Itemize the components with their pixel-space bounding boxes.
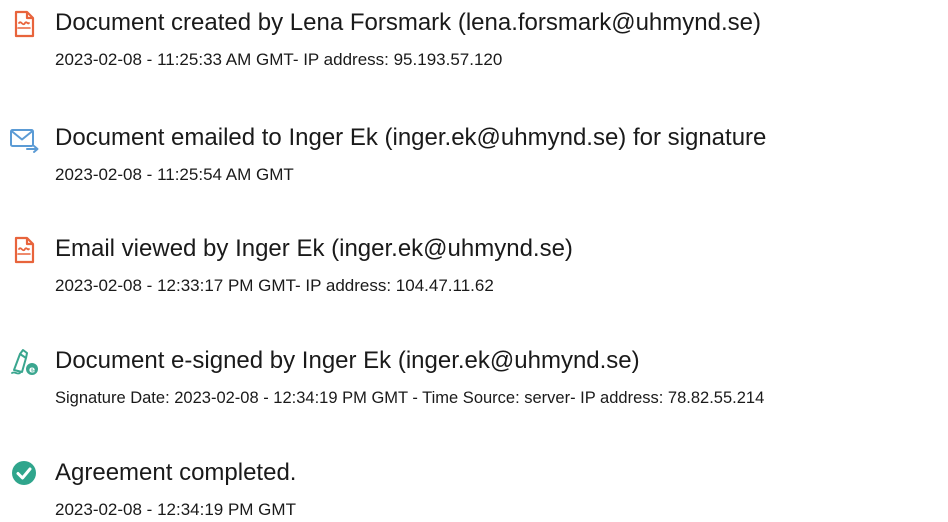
email-forward-icon bbox=[8, 123, 40, 155]
svg-text:e: e bbox=[29, 366, 35, 376]
event-title: Document e-signed by Inger Ek (inger.ek@… bbox=[55, 347, 640, 374]
event-title: Document emailed to Inger Ek (inger.ek@u… bbox=[55, 124, 767, 151]
event-title: Email viewed by Inger Ek (inger.ek@uhmyn… bbox=[55, 235, 573, 262]
event-detail: 2023-02-08 - 12:34:19 PM GMT bbox=[55, 500, 296, 519]
pen-signature-icon: e bbox=[8, 346, 40, 378]
event-title: Agreement completed. bbox=[55, 459, 297, 486]
event-detail: Signature Date: 2023-02-08 - 12:34:19 PM… bbox=[55, 389, 765, 407]
check-circle-icon bbox=[8, 458, 40, 490]
document-icon bbox=[8, 234, 40, 266]
document-icon bbox=[8, 8, 40, 40]
event-detail: 2023-02-08 - 11:25:33 AM GMT- IP address… bbox=[55, 50, 503, 69]
event-detail: 2023-02-08 - 11:25:54 AM GMT bbox=[55, 165, 294, 184]
event-detail: 2023-02-08 - 12:33:17 PM GMT- IP address… bbox=[55, 276, 494, 295]
event-title: Document created by Lena Forsmark (lena.… bbox=[55, 9, 761, 36]
